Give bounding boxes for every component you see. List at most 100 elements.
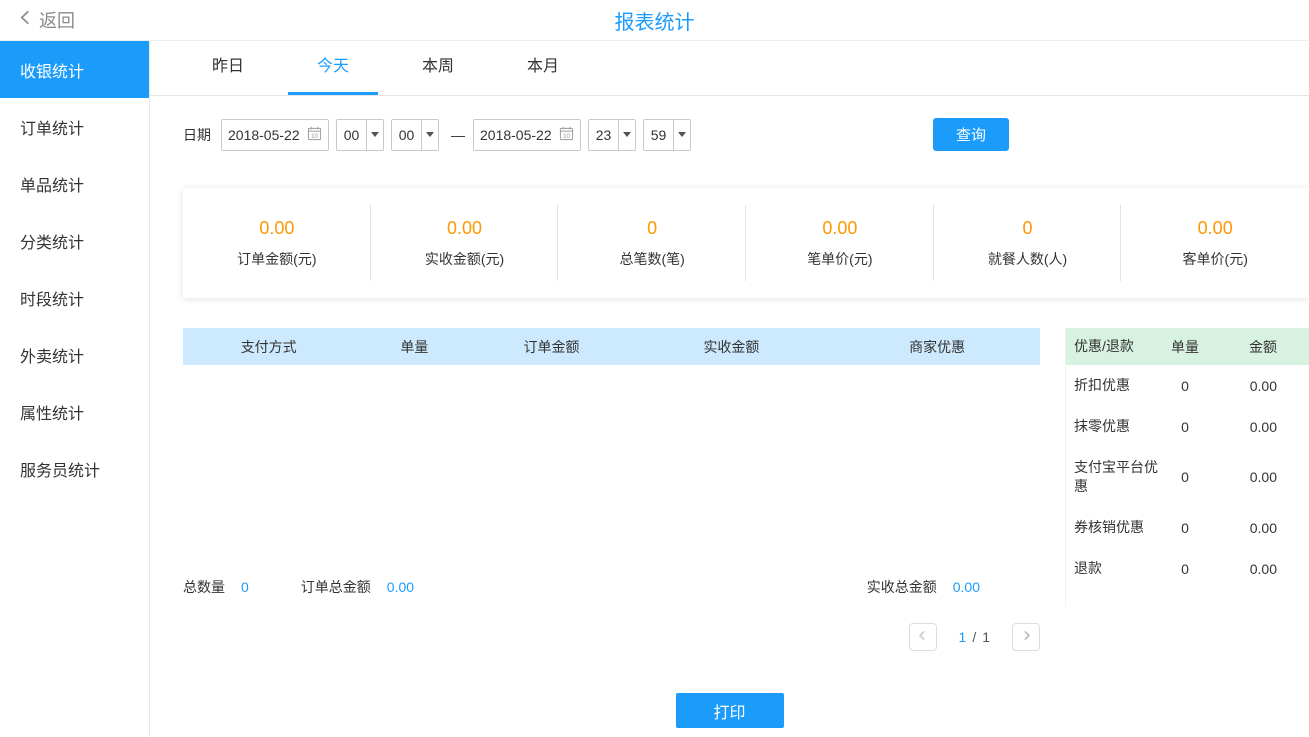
discount-row-count: 0 <box>1181 418 1189 435</box>
print-row: 打印 <box>150 693 1309 728</box>
discount-row-amount: 0.00 <box>1249 418 1277 435</box>
discount-row-count: 0 <box>1181 469 1189 485</box>
discount-row-count: 0 <box>1181 519 1189 536</box>
back-button[interactable]: 返回 <box>18 7 75 33</box>
discount-row-label: 支付宝平台优惠 <box>1074 459 1158 494</box>
stat-value: 0 <box>647 217 658 238</box>
discount-row-label: 折扣优惠 <box>1074 377 1130 393</box>
discount-row-moling: 抹零优惠 0 0.00 <box>1066 406 1309 447</box>
back-label: 返回 <box>39 11 75 31</box>
discount-row-label: 退款 <box>1074 560 1102 576</box>
stat-value: 0.00 <box>822 217 858 238</box>
end-date-value: 2018-05-22 <box>480 126 552 143</box>
tab-yesterday[interactable]: 昨日 <box>183 41 273 95</box>
sidebar-item-takeout-stats[interactable]: 外卖统计 <box>0 326 149 383</box>
back-chevron-icon <box>18 9 33 31</box>
start-hour-select[interactable]: 00 <box>336 118 384 151</box>
sidebar-item-label: 属性统计 <box>20 405 85 423</box>
sidebar: 收银统计 订单统计 单品统计 分类统计 时段统计 外卖统计 属性统计 服务员统计 <box>0 41 150 737</box>
discount-header-cell: 单量 <box>1171 338 1199 355</box>
query-button[interactable]: 查询 <box>933 118 1009 151</box>
sidebar-item-label: 订单统计 <box>20 120 85 138</box>
page-title: 报表统计 <box>614 11 695 34</box>
sidebar-item-category-stats[interactable]: 分类统计 <box>0 212 149 269</box>
discount-row-count: 0 <box>1181 377 1189 394</box>
payment-header-cell: 支付方式 <box>240 338 297 355</box>
tab-bar: 昨日 今天 本周 本月 <box>150 41 1309 96</box>
next-page-button[interactable] <box>1012 623 1040 651</box>
stat-label: 订单金额(元) <box>237 250 317 267</box>
sidebar-item-label: 分类统计 <box>20 234 85 252</box>
svg-text:10: 10 <box>311 132 318 139</box>
chevron-down-icon <box>366 119 383 150</box>
current-page: 1 <box>958 629 967 645</box>
stat-label: 实收金额(元) <box>424 250 505 267</box>
end-date-input[interactable]: 2018-05-22 10 <box>473 118 581 151</box>
sidebar-item-time-period-stats[interactable]: 时段统计 <box>0 269 149 326</box>
end-hour-value: 23 <box>595 126 612 143</box>
tab-this-week[interactable]: 本周 <box>393 41 483 95</box>
discount-row-alipay-platform: 支付宝平台优惠 0 0.00 <box>1066 447 1309 507</box>
payment-header-cell: 实收金额 <box>703 338 760 355</box>
stat-value: 0.00 <box>259 217 295 238</box>
stat-value: 0 <box>1022 217 1033 238</box>
date-range-separator: — <box>451 126 465 143</box>
stat-received-amount: 0.00 实收金额(元) <box>371 218 559 269</box>
payment-table: 支付方式 单量 订单金额 实收金额 商家优惠 总数量 0 订单总金额 0.00 … <box>183 328 1040 607</box>
order-total-label: 订单总金额 <box>300 579 371 595</box>
stat-per-transaction-price: 0.00 笔单价(元) <box>746 218 934 269</box>
pagination: 1 / 1 <box>150 623 1040 651</box>
sidebar-item-waiter-stats[interactable]: 服务员统计 <box>0 440 149 497</box>
discount-row-coupon-redeem: 券核销优惠 0 0.00 <box>1066 507 1309 548</box>
discount-row-amount: 0.00 <box>1249 469 1277 485</box>
tab-today[interactable]: 今天 <box>288 41 378 95</box>
calendar-icon: 10 <box>307 126 322 144</box>
discount-row-refund: 退款 0 0.00 <box>1066 548 1309 589</box>
stat-order-amount: 0.00 订单金额(元) <box>183 218 371 269</box>
payment-table-footer: 总数量 0 订单总金额 0.00 实收总金额 0.00 <box>183 567 1040 607</box>
end-minute-select[interactable]: 59 <box>643 118 691 151</box>
order-total-value: 0.00 <box>386 579 415 595</box>
content-area: 昨日 今天 本周 本月 日期 2018-05-22 10 00 00 — 201… <box>150 41 1309 737</box>
stat-value: 0.00 <box>1197 217 1233 238</box>
chevron-down-icon <box>421 119 438 150</box>
prev-page-button[interactable] <box>908 623 937 651</box>
discount-row-amount: 0.00 <box>1249 560 1277 577</box>
page-separator: / <box>972 629 977 645</box>
summary-card: 0.00 订单金额(元) 0.00 实收金额(元) 0 总笔数(笔) 0.00 … <box>183 188 1309 298</box>
print-button[interactable]: 打印 <box>675 693 784 728</box>
calendar-icon: 10 <box>559 126 574 144</box>
sidebar-item-label: 时段统计 <box>20 291 85 309</box>
discount-table-header: 优惠/退款 单量 金额 <box>1066 328 1309 365</box>
start-date-input[interactable]: 2018-05-22 10 <box>221 118 329 151</box>
start-date-value: 2018-05-22 <box>228 126 300 143</box>
start-minute-select[interactable]: 00 <box>391 118 439 151</box>
sidebar-item-cashier-stats[interactable]: 收银统计 <box>0 41 149 98</box>
stat-total-transactions: 0 总笔数(笔) <box>558 218 746 269</box>
sidebar-item-label: 外卖统计 <box>20 348 85 366</box>
sidebar-item-label: 服务员统计 <box>20 462 101 480</box>
sidebar-item-attribute-stats[interactable]: 属性统计 <box>0 383 149 440</box>
start-hour-value: 00 <box>343 126 360 143</box>
stat-label: 客单价(元) <box>1182 250 1248 267</box>
total-count-value: 0 <box>241 579 249 595</box>
stat-label: 笔单价(元) <box>807 250 873 267</box>
payment-header-cell: 商家优惠 <box>909 338 966 355</box>
total-pages: 1 <box>982 629 990 645</box>
sidebar-item-order-stats[interactable]: 订单统计 <box>0 98 149 155</box>
tables-section: 支付方式 单量 订单金额 实收金额 商家优惠 总数量 0 订单总金额 0.00 … <box>183 328 1309 607</box>
stat-diner-count: 0 就餐人数(人) <box>934 218 1122 269</box>
end-hour-select[interactable]: 23 <box>588 118 636 151</box>
stat-label: 就餐人数(人) <box>987 250 1068 267</box>
payment-header-cell: 订单金额 <box>523 338 580 355</box>
sidebar-item-single-item-stats[interactable]: 单品统计 <box>0 155 149 212</box>
received-total-label: 实收总金额 <box>866 579 937 595</box>
discount-row-amount: 0.00 <box>1249 377 1277 394</box>
chevron-down-icon <box>618 119 635 150</box>
tab-this-month[interactable]: 本月 <box>498 41 588 95</box>
svg-text:10: 10 <box>563 132 570 139</box>
discount-row-label: 券核销优惠 <box>1074 519 1144 535</box>
main-layout: 收银统计 订单统计 单品统计 分类统计 时段统计 外卖统计 属性统计 服务员统计… <box>0 41 1309 737</box>
discount-row-count: 0 <box>1181 560 1189 577</box>
start-minute-value: 00 <box>398 126 415 143</box>
